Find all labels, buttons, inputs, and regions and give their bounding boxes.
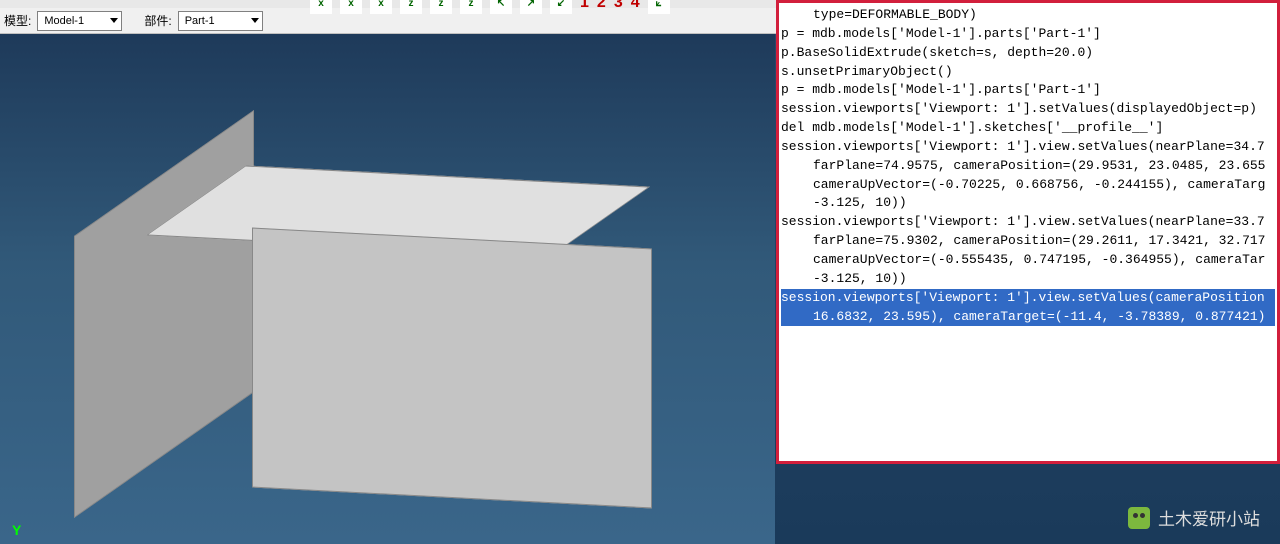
part-label: 部件:	[144, 12, 171, 29]
model-label: 模型:	[4, 12, 31, 29]
code-line[interactable]: s.unsetPrimaryObject()	[781, 63, 1275, 82]
code-line[interactable]: del mdb.models['Model-1'].sketches['__pr…	[781, 119, 1275, 138]
code-line[interactable]: p = mdb.models['Model-1'].parts['Part-1'…	[781, 81, 1275, 100]
view-icons: x x x z z z ↖ ↗ ↙ 1 2 3 4 ⟀	[310, 0, 670, 16]
code-line-selected[interactable]: 16.6832, 23.595), cameraTarget=(-11.4, -…	[781, 308, 1275, 327]
axis-x1-icon[interactable]: x	[310, 0, 332, 14]
watermark: 土木爱研小站	[1128, 505, 1260, 530]
view-3-button[interactable]: 3	[614, 0, 623, 12]
watermark-text: 土木爱研小站	[1158, 505, 1260, 530]
part-solid	[60, 154, 580, 494]
axis-x3-icon[interactable]: x	[370, 0, 392, 14]
axis-z1-icon[interactable]: z	[400, 0, 422, 14]
model-dropdown[interactable]: Model-1	[37, 11, 122, 31]
axis-y-label: Y	[12, 522, 21, 538]
code-line[interactable]: type=DEFORMABLE_BODY)	[781, 6, 1275, 25]
part-dropdown[interactable]: Part-1	[178, 11, 263, 31]
part-value: Part-1	[185, 15, 215, 27]
code-line[interactable]: farPlane=75.9302, cameraPosition=(29.261…	[781, 232, 1275, 251]
code-line[interactable]: session.viewports['Viewport: 1'].view.se…	[781, 138, 1275, 157]
triad-3-icon[interactable]: ↙	[550, 0, 572, 14]
view-2-button[interactable]: 2	[597, 0, 606, 12]
code-line-selected[interactable]: session.viewports['Viewport: 1'].view.se…	[781, 289, 1275, 308]
code-line[interactable]: session.viewports['Viewport: 1'].view.se…	[781, 213, 1275, 232]
axis-z3-icon[interactable]: z	[460, 0, 482, 14]
cube-left-face	[74, 110, 254, 518]
model-value: Model-1	[44, 15, 84, 27]
code-line[interactable]: farPlane=74.9575, cameraPosition=(29.953…	[781, 157, 1275, 176]
code-line[interactable]: cameraUpVector=(-0.555435, 0.747195, -0.…	[781, 251, 1275, 270]
triad-4-icon[interactable]: ⟀	[648, 0, 670, 14]
code-line[interactable]: session.viewports['Viewport: 1'].setValu…	[781, 100, 1275, 119]
axis-x2-icon[interactable]: x	[340, 0, 362, 14]
cube-front-face	[252, 228, 652, 509]
wechat-icon	[1128, 507, 1150, 529]
script-panel[interactable]: type=DEFORMABLE_BODY)p = mdb.models['Mod…	[776, 0, 1280, 464]
triad-2-icon[interactable]: ↗	[520, 0, 542, 14]
view-1-button[interactable]: 1	[580, 0, 589, 12]
viewport-3d[interactable]: Y	[0, 34, 775, 544]
axis-z2-icon[interactable]: z	[430, 0, 452, 14]
code-line[interactable]: -3.125, 10))	[781, 270, 1275, 289]
view-4-button[interactable]: 4	[631, 0, 640, 12]
triad-1-icon[interactable]: ↖	[490, 0, 512, 14]
code-line[interactable]: p.BaseSolidExtrude(sketch=s, depth=20.0)	[781, 44, 1275, 63]
code-line[interactable]: p = mdb.models['Model-1'].parts['Part-1'…	[781, 25, 1275, 44]
code-line[interactable]: cameraUpVector=(-0.70225, 0.668756, -0.2…	[781, 176, 1275, 195]
code-line[interactable]: -3.125, 10))	[781, 194, 1275, 213]
